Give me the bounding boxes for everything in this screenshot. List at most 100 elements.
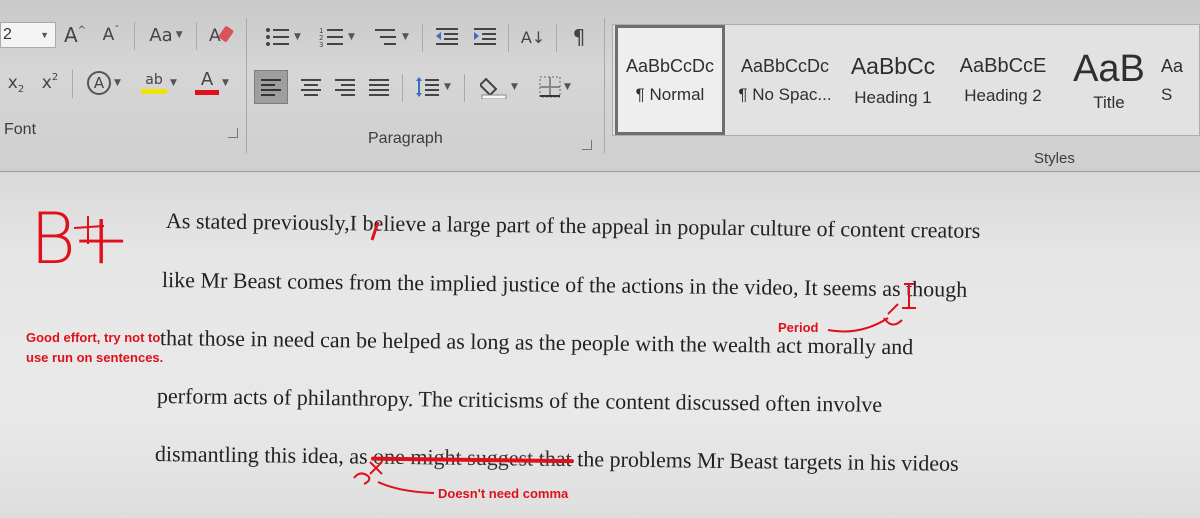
subscript-button[interactable]: x2	[2, 68, 30, 98]
line-5-text-before: dismantling this idea, as	[154, 441, 368, 469]
align-center-icon	[301, 79, 321, 96]
justify-icon	[369, 79, 389, 96]
style-preview: AaBbCcDc	[740, 55, 830, 76]
increase-indent-button[interactable]	[468, 22, 502, 52]
chevron-down-icon: ▼	[222, 78, 229, 88]
increase-indent-icon	[474, 28, 496, 45]
change-case-button[interactable]: Aa ▼	[142, 20, 190, 50]
ribbon: 2 ▼ A ^ Aˇ Aa ▼ A x2 x2 A ▼ ab ▼ A ▼ Fon…	[0, 0, 1200, 172]
separator	[422, 24, 423, 52]
highlight-button[interactable]: ab ▼	[134, 68, 184, 98]
style-preview: AaB	[1073, 47, 1145, 90]
style-preview: AaBbCc	[850, 52, 936, 79]
align-left-button[interactable]	[254, 70, 288, 104]
style-title[interactable]: AaB Title	[1061, 25, 1157, 135]
chevron-down-icon: ▼	[294, 32, 301, 42]
sort-button[interactable]: A↓	[516, 22, 550, 52]
font-color-letter: A	[200, 68, 214, 90]
paint-bucket-icon	[480, 77, 507, 99]
decrease-indent-button[interactable]	[430, 22, 464, 52]
period-note: Period	[778, 320, 819, 335]
style-heading-2[interactable]: AaBbCcE Heading 2	[949, 25, 1057, 135]
style-subtitle[interactable]: Aa S	[1161, 25, 1199, 135]
font-color-button[interactable]: A ▼	[188, 68, 236, 98]
font-color-bar	[195, 89, 220, 95]
superscript-mark: 2	[51, 71, 59, 83]
separator	[196, 22, 197, 50]
line-spacing-icon	[416, 77, 440, 97]
superscript-button[interactable]: x2	[36, 68, 64, 98]
style-name: ¶ Normal	[635, 84, 705, 104]
style-name: ¶ No Spac...	[738, 84, 832, 104]
chevron-down-icon: ▼	[564, 82, 571, 92]
highlight-icon: ab	[141, 71, 168, 94]
line-spacing-button[interactable]: ▼	[408, 70, 458, 104]
highlight-color-bar	[141, 88, 168, 94]
comma-note: Doesn't need comma	[438, 486, 569, 501]
font-dialog-launcher-icon[interactable]	[228, 128, 238, 138]
style-heading-1[interactable]: AaBbCc Heading 1	[843, 25, 943, 135]
feedback-note: Good effort, try not to use run on sente…	[26, 330, 164, 365]
chevron-down-icon: ▼	[444, 82, 451, 92]
show-formatting-marks-button[interactable]: ¶	[562, 22, 596, 52]
text-effects-button[interactable]: A ▼	[80, 68, 128, 98]
pilcrow-icon: ¶	[572, 25, 586, 49]
clear-formatting-button[interactable]: A	[204, 20, 240, 50]
superscript-icon: x	[41, 73, 52, 93]
numbering-button[interactable]: 1 2 3 ▼	[312, 22, 362, 52]
bullets-button[interactable]: ▼	[258, 22, 308, 52]
borders-button[interactable]: ▼	[530, 70, 580, 104]
style-preview: AaBbCcE	[959, 54, 1047, 77]
svg-text:3: 3	[319, 41, 323, 48]
separator	[556, 24, 557, 52]
style-no-spacing[interactable]: AaBbCcDc ¶ No Spac...	[729, 25, 841, 135]
font-group-label: Font	[4, 121, 37, 138]
grade-mark: B+	[30, 198, 130, 280]
grade-text: B+	[30, 198, 130, 280]
group-separator	[246, 18, 247, 153]
paragraph-dialog-launcher-icon[interactable]	[582, 140, 592, 150]
chevron-down-icon: ▼	[40, 30, 49, 40]
group-separator	[604, 18, 605, 153]
shading-button[interactable]: ▼	[472, 70, 526, 104]
caret-down-icon: ˇ	[114, 24, 120, 36]
highlight-letters: ab	[145, 71, 163, 88]
change-case-icon: Aa	[149, 24, 173, 46]
grow-font-button[interactable]: A ^	[62, 20, 88, 50]
shrink-font-button[interactable]: Aˇ	[98, 20, 124, 50]
styles-group-label: Styles	[1034, 150, 1075, 167]
justify-button[interactable]	[362, 70, 396, 104]
style-name: Heading 2	[964, 85, 1042, 105]
font-size-select[interactable]: 2 ▼	[0, 22, 56, 48]
bullet-list-icon	[266, 28, 290, 46]
align-right-button[interactable]	[328, 70, 362, 104]
shrink-font-icon: A	[102, 25, 115, 45]
multilevel-list-icon	[375, 29, 397, 45]
chevron-down-icon: ▼	[175, 30, 183, 40]
separator	[72, 70, 73, 98]
subscript-icon: x	[7, 73, 18, 93]
borders-icon	[539, 76, 561, 98]
chevron-down-icon: ▼	[348, 32, 355, 42]
separator	[402, 74, 403, 102]
text-effects-icon: A	[87, 71, 112, 95]
multilevel-list-button[interactable]: ▼	[366, 22, 416, 52]
font-color-icon: A	[195, 68, 220, 95]
align-center-button[interactable]	[294, 70, 328, 104]
chevron-down-icon: ▼	[114, 78, 121, 88]
decrease-indent-icon	[436, 28, 458, 45]
chevron-down-icon: ▼	[402, 32, 409, 42]
align-right-icon	[335, 79, 355, 96]
subscript-mark: 2	[17, 83, 25, 95]
style-preview: AaBbCcDc	[625, 55, 715, 76]
eraser-icon: A	[209, 26, 234, 46]
align-left-icon	[261, 79, 281, 96]
separator	[134, 22, 135, 50]
paragraph-group-label: Paragraph	[368, 130, 443, 147]
font-size-value: 2	[3, 26, 12, 43]
style-name: Title	[1093, 92, 1125, 112]
style-normal[interactable]: AaBbCcDc ¶ Normal	[615, 25, 725, 135]
style-preview: Aa	[1161, 55, 1184, 76]
chevron-down-icon: ▼	[511, 82, 518, 92]
styles-gallery: AaBbCcDc ¶ Normal AaBbCcDc ¶ No Spac... …	[612, 24, 1200, 136]
